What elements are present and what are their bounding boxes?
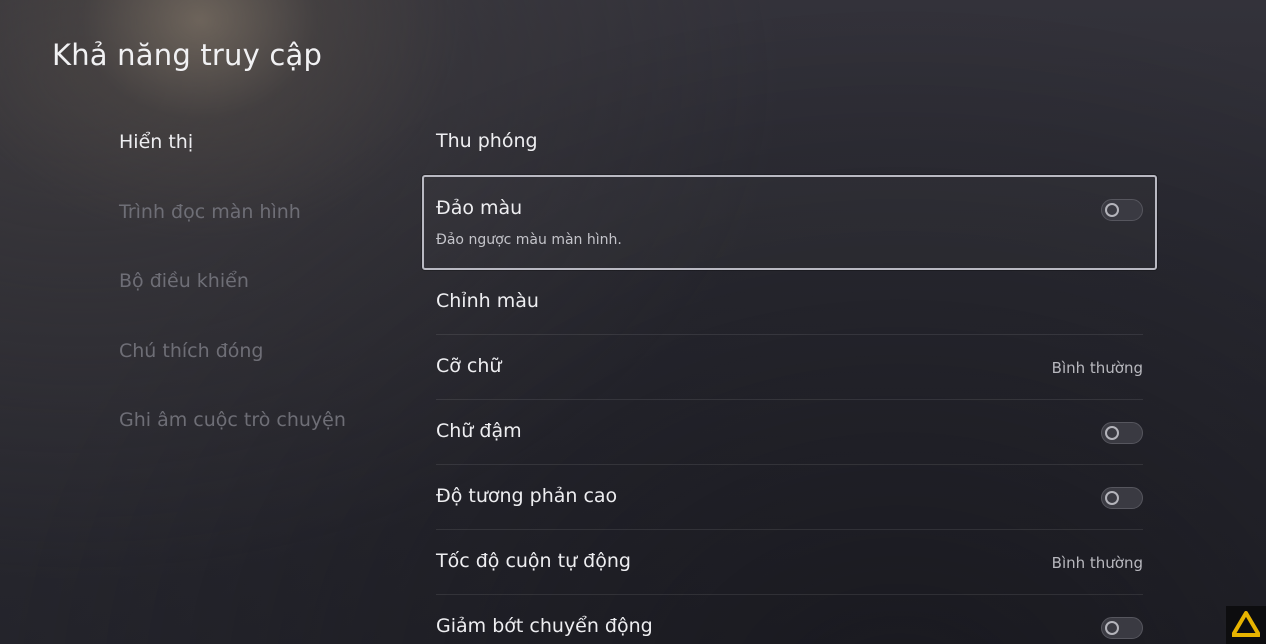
setting-bold-text[interactable]: Chữ đậm (422, 400, 1157, 465)
nav-item-display[interactable]: Hiển thị (119, 128, 399, 198)
nav-item-controllers[interactable]: Bộ điều khiển (119, 267, 399, 337)
reduce-motion-toggle[interactable] (1101, 617, 1143, 639)
nav-item-closed-captions[interactable]: Chú thích đóng (119, 337, 399, 407)
setting-high-contrast[interactable]: Độ tương phản cao (422, 465, 1157, 530)
channel-logo-watermark (1226, 606, 1266, 644)
triangle-logo-icon (1232, 611, 1260, 637)
setting-description: Đảo ngược màu màn hình. (436, 232, 622, 248)
setting-label: Độ tương phản cao (436, 485, 618, 507)
bold-text-toggle[interactable] (1101, 422, 1143, 444)
toggle-knob (1105, 621, 1119, 635)
toggle-knob (1105, 426, 1119, 440)
setting-auto-scroll-speed[interactable]: Tốc độ cuộn tự động Bình thường (422, 530, 1157, 595)
accessibility-category-nav: Hiển thị Trình đọc màn hình Bộ điều khiể… (119, 128, 399, 476)
setting-label: Tốc độ cuộn tự động (436, 550, 631, 572)
nav-item-screen-reader[interactable]: Trình đọc màn hình (119, 198, 399, 268)
setting-color-correction[interactable]: Chỉnh màu (422, 270, 1157, 335)
nav-item-chat-transcription[interactable]: Ghi âm cuộc trò chuyện (119, 406, 399, 476)
setting-zoom[interactable]: Thu phóng (422, 110, 1157, 175)
setting-text-size[interactable]: Cỡ chữ Bình thường (422, 335, 1157, 400)
display-settings-list: Thu phóng Đảo màu Đảo ngược màu màn hình… (422, 110, 1157, 644)
setting-invert-colors[interactable]: Đảo màu Đảo ngược màu màn hình. (422, 175, 1157, 270)
setting-label: Đảo màu (436, 197, 523, 219)
setting-label: Thu phóng (436, 130, 538, 152)
setting-reduce-motion[interactable]: Giảm bớt chuyển động (422, 595, 1157, 644)
invert-colors-toggle[interactable] (1101, 199, 1143, 221)
setting-label: Giảm bớt chuyển động (436, 615, 653, 637)
setting-label: Chỉnh màu (436, 290, 539, 312)
page-title: Khả năng truy cập (52, 38, 323, 72)
high-contrast-toggle[interactable] (1101, 487, 1143, 509)
setting-value: Bình thường (1051, 554, 1143, 572)
setting-label: Cỡ chữ (436, 355, 502, 377)
toggle-knob (1105, 491, 1119, 505)
setting-value: Bình thường (1051, 359, 1143, 377)
toggle-knob (1105, 203, 1119, 217)
setting-label: Chữ đậm (436, 420, 522, 442)
